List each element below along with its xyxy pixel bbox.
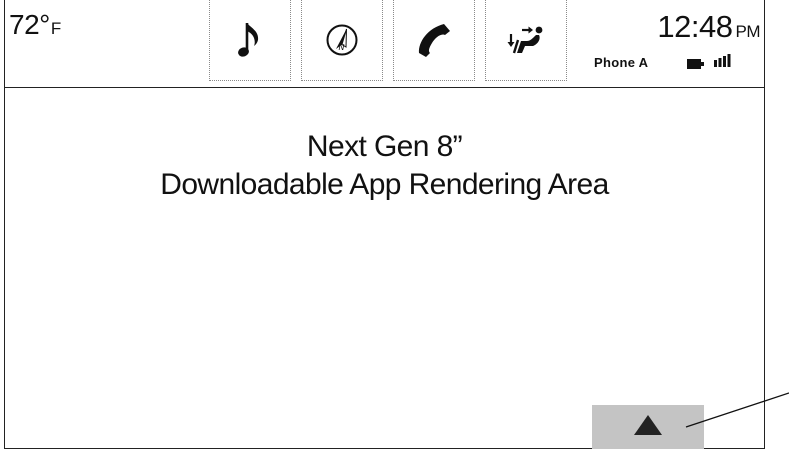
svg-text:N: N <box>339 43 345 52</box>
clock: 12:48 PM <box>657 11 760 42</box>
signal-strength-icon <box>714 54 731 67</box>
app-area-line-2: Downloadable App Rendering Area <box>160 168 609 201</box>
app-rendering-area-label: Next Gen 8” Downloadable App Rendering A… <box>5 128 764 204</box>
connected-phone-name: Phone A <box>594 55 649 70</box>
touchscreen-frame: 72°F N 12:48 PM Phone A Next Gen 8” Down… <box>4 0 765 449</box>
phone-handset-icon <box>414 20 454 60</box>
clock-ampm: PM <box>735 22 761 41</box>
climate-seat-airflow-icon <box>506 22 546 58</box>
header-divider <box>5 87 764 88</box>
up-triangle-icon <box>634 414 662 440</box>
climate-tile-button[interactable] <box>485 0 567 81</box>
battery-icon <box>687 56 704 69</box>
app-area-line-1: Next Gen 8” <box>306 130 463 163</box>
music-note-icon <box>237 20 263 60</box>
temperature-value: 72° <box>9 9 50 40</box>
phone-tile-button[interactable] <box>393 0 475 81</box>
audio-tile-button[interactable] <box>209 0 291 81</box>
expand-up-button[interactable] <box>592 405 704 449</box>
feature-tile-bar: N <box>209 0 567 81</box>
outside-temperature: 72°F <box>9 11 61 39</box>
temperature-unit: F <box>50 19 61 38</box>
navigation-tile-button[interactable]: N <box>301 0 383 81</box>
navigation-compass-icon: N <box>325 23 359 57</box>
clock-time: 12:48 <box>657 9 733 44</box>
